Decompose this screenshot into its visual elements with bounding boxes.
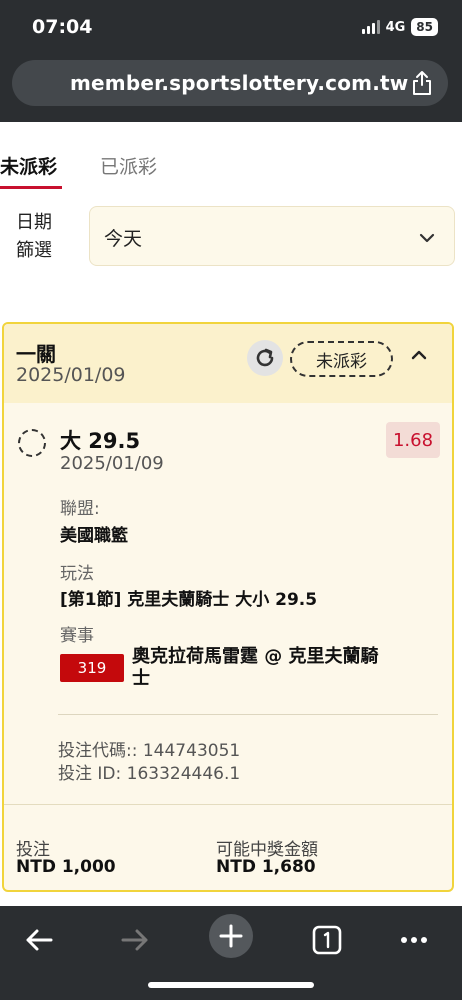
bet-code: 投注代碼:: 144743051 [58,741,241,761]
plus-icon [219,924,243,948]
bet-selection: 大 29.5 [60,429,141,453]
active-tab-indicator [0,186,62,189]
forward-button[interactable] [115,920,155,960]
league-label: 聯盟: [60,499,100,519]
network-type: 4G [385,19,406,35]
arrow-left-icon [26,929,53,951]
status-badge: 未派彩 [290,341,393,377]
bet-id: 投注 ID: 163324446.1 [58,764,241,784]
bet-ticket-card: 一關 2025/01/09 未派彩 大 29.5 2025/01/09 1.68… [2,322,454,892]
new-tab-button[interactable] [209,914,253,958]
payout-value: NTD 1,680 [216,857,316,877]
tab-settled[interactable]: 已派彩 [100,152,157,179]
market-label: 玩法 [60,564,94,584]
refresh-icon [256,348,274,367]
signal-icon [361,20,380,34]
event-name: 奧克拉荷馬雷霆 @ 克里夫蘭騎士 [132,646,379,689]
event-label: 賽事 [60,626,94,646]
chevron-up-icon[interactable] [410,346,428,364]
status-time: 07:04 [32,16,93,38]
status-indicators: 4G 85 [361,18,438,36]
divider [58,714,438,715]
date-filter-label-line1: 日期 [16,212,52,233]
status-bar: 07:04 4G 85 [0,0,462,52]
share-icon[interactable] [410,70,434,96]
back-button[interactable] [19,920,59,960]
ticket-title: 一關 [16,342,56,366]
pending-circle-icon [18,429,46,457]
ticket-footer: 投注 NTD 1,000 可能中獎金額 NTD 1,680 [4,804,452,890]
chevron-down-icon [419,233,435,243]
date-filter-label: 日期 篩選 [16,209,62,265]
arrow-right-icon [121,929,148,951]
more-dots-icon [401,937,427,943]
bet-date: 2025/01/09 [60,453,164,474]
battery-icon: 85 [411,18,438,36]
tab-unsettled[interactable]: 未派彩 [0,152,57,179]
date-filter-label-line2: 篩選 [16,240,52,261]
tab-count-icon [312,925,342,955]
date-filter-value: 今天 [104,228,143,250]
odds-badge: 1.68 [386,422,440,458]
date-filter-select[interactable]: 今天 [89,206,455,266]
tabs-button[interactable] [307,920,347,960]
browser-top-chrome: 07:04 4G 85 member.sportslottery.com.tw [0,0,462,122]
market-value: [第1節] 克里夫蘭騎士 大小 29.5 [60,590,318,610]
address-bar[interactable]: member.sportslottery.com.tw [12,60,448,106]
stake-value: NTD 1,000 [16,857,116,877]
refresh-button[interactable] [247,340,283,376]
url-text[interactable]: member.sportslottery.com.tw [70,71,408,95]
ticket-header[interactable]: 一關 2025/01/09 未派彩 [4,324,452,403]
more-menu-button[interactable] [394,920,434,960]
home-indicator [148,982,314,988]
tab-bar: 未派彩 已派彩 [0,152,462,192]
ticket-date: 2025/01/09 [16,364,126,386]
league-value: 美國職籃 [60,526,128,546]
event-code-badge: 319 [60,654,124,682]
